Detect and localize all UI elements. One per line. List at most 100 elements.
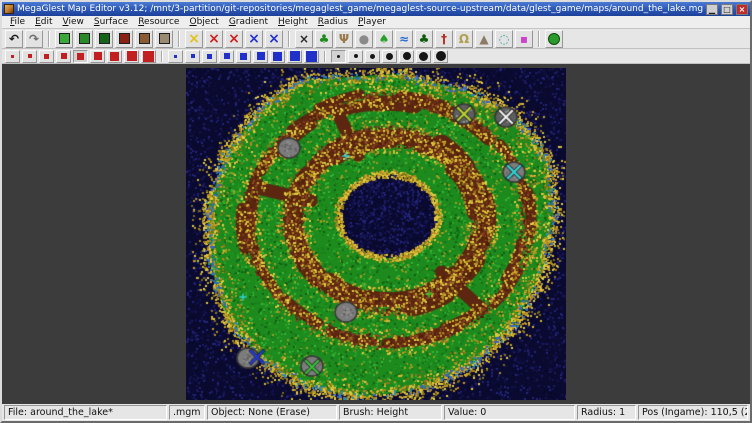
height-brush-1-button[interactable] bbox=[90, 50, 105, 63]
glyph-icon: × bbox=[228, 32, 240, 46]
menu-item-gradient[interactable]: Gradient bbox=[224, 16, 273, 29]
menu-item-view[interactable]: View bbox=[58, 16, 89, 29]
height-brush--3-button[interactable] bbox=[22, 50, 37, 63]
surface-dark-grass-button[interactable] bbox=[95, 30, 113, 48]
object-tree-button[interactable]: ♣ bbox=[315, 30, 333, 48]
surface-stone-icon bbox=[139, 33, 150, 44]
toolbar-separator bbox=[178, 31, 180, 47]
object-stone-button[interactable]: ● bbox=[355, 30, 373, 48]
gradient-brush-icon bbox=[240, 53, 247, 60]
radius-4-button[interactable] bbox=[382, 50, 397, 63]
resource-gold-button[interactable]: × bbox=[185, 30, 203, 48]
menu-item-radius[interactable]: Radius bbox=[313, 16, 353, 29]
glyph-icon: × bbox=[248, 32, 260, 46]
object-statue-button[interactable]: Ω bbox=[455, 30, 473, 48]
resource-custom-2-button[interactable]: × bbox=[245, 30, 263, 48]
radius-icon bbox=[370, 54, 375, 59]
title-bar: MegaGlest Map Editor v3.12; /mnt/3-parti… bbox=[2, 2, 750, 16]
gradient-brush--3-button[interactable] bbox=[185, 50, 200, 63]
start-location-button[interactable] bbox=[545, 30, 563, 48]
glyph-icon: † bbox=[441, 33, 447, 45]
surface-road-button[interactable] bbox=[115, 30, 133, 48]
height-brush-icon bbox=[110, 52, 119, 61]
height-brush-2-button[interactable] bbox=[107, 50, 122, 63]
glyph-icon: ◌ bbox=[499, 33, 509, 45]
window-title: MegaGlest Map Editor v3.12; /mnt/3-parti… bbox=[17, 2, 703, 16]
height-brush-3-button[interactable] bbox=[124, 50, 139, 63]
status-pos: Pos (Ingame): 110,5 (220,10) bbox=[638, 405, 748, 420]
gradient-brush-2-button[interactable] bbox=[270, 50, 285, 63]
toolbar-separator bbox=[161, 51, 163, 62]
object-water-object-button[interactable]: ≈ bbox=[395, 30, 413, 48]
glyph-icon: ↶ bbox=[9, 33, 19, 45]
radius-7-button[interactable] bbox=[433, 50, 448, 63]
height-brush--1-button[interactable] bbox=[56, 50, 71, 63]
object-mountain-button[interactable]: ▲ bbox=[475, 30, 493, 48]
object-hanged-dead-button[interactable]: † bbox=[435, 30, 453, 48]
menu-item-file[interactable]: File bbox=[5, 16, 30, 29]
status-radius: Radius: 1 bbox=[577, 405, 636, 420]
object-none-erase-button[interactable]: × bbox=[295, 30, 313, 48]
radius-5-button[interactable] bbox=[399, 50, 414, 63]
glyph-icon: ▪ bbox=[520, 33, 528, 45]
object-bush-button[interactable]: ♠ bbox=[375, 30, 393, 48]
gradient-brush--1-button[interactable] bbox=[219, 50, 234, 63]
radius-3-button[interactable] bbox=[365, 50, 380, 63]
glyph-icon: ● bbox=[359, 33, 369, 45]
menu-item-object[interactable]: Object bbox=[184, 16, 223, 29]
height-brush-icon bbox=[77, 53, 84, 60]
radius-6-button[interactable] bbox=[416, 50, 431, 63]
radius-2-button[interactable] bbox=[348, 50, 363, 63]
menu-item-surface[interactable]: Surface bbox=[89, 16, 133, 29]
surface-dark-grass-icon bbox=[99, 33, 110, 44]
height-brush-0-button[interactable] bbox=[73, 50, 88, 63]
resource-custom-3-button[interactable]: × bbox=[265, 30, 283, 48]
close-button[interactable]: × bbox=[736, 4, 748, 15]
object-big-tree-button[interactable]: ♣ bbox=[415, 30, 433, 48]
surface-ground-button[interactable] bbox=[155, 30, 173, 48]
height-brush--4-button[interactable] bbox=[5, 50, 20, 63]
radius-1-button[interactable] bbox=[331, 50, 346, 63]
toolbar-brushes bbox=[2, 49, 750, 64]
radius-icon bbox=[436, 51, 446, 61]
maximize-button[interactable]: □ bbox=[721, 4, 733, 15]
gradient-brush--4-button[interactable] bbox=[168, 50, 183, 63]
map-canvas[interactable] bbox=[186, 68, 566, 400]
gradient-brush-3-button[interactable] bbox=[287, 50, 302, 63]
minimize-button[interactable]: ▁ bbox=[706, 4, 718, 15]
height-brush-icon bbox=[28, 54, 32, 58]
surface-secondary-grass-button[interactable] bbox=[75, 30, 93, 48]
height-brush--2-button[interactable] bbox=[39, 50, 54, 63]
object-dead-tree-button[interactable]: Ψ bbox=[335, 30, 353, 48]
surface-secondary-grass-icon bbox=[79, 33, 90, 44]
app-window: MegaGlest Map Editor v3.12; /mnt/3-parti… bbox=[0, 0, 752, 423]
surface-grass-icon bbox=[59, 33, 70, 44]
object-custom-magenta-button[interactable]: ▪ bbox=[515, 30, 533, 48]
glyph-icon: ♠ bbox=[379, 33, 390, 45]
menu-item-edit[interactable]: Edit bbox=[30, 16, 57, 29]
glyph-icon: × bbox=[268, 32, 280, 46]
resource-stone-button[interactable]: × bbox=[205, 30, 223, 48]
menu-item-player[interactable]: Player bbox=[353, 16, 391, 29]
undo-button[interactable]: ↶ bbox=[5, 30, 23, 48]
gradient-brush-4-button[interactable] bbox=[304, 50, 319, 63]
surface-grass-button[interactable] bbox=[55, 30, 73, 48]
gradient-brush--2-button[interactable] bbox=[202, 50, 217, 63]
redo-button[interactable]: ↷ bbox=[25, 30, 43, 48]
status-object: Object: None (Erase) bbox=[207, 405, 337, 420]
object-invisible-blocking-button[interactable]: ◌ bbox=[495, 30, 513, 48]
glyph-icon: Ψ bbox=[339, 33, 349, 45]
gradient-brush-1-button[interactable] bbox=[253, 50, 268, 63]
glyph-icon: × bbox=[299, 33, 309, 45]
resource-custom-1-button[interactable]: × bbox=[225, 30, 243, 48]
height-brush-icon bbox=[61, 53, 67, 59]
radius-icon bbox=[354, 54, 358, 58]
toolbar-separator bbox=[48, 31, 50, 47]
menu-item-height[interactable]: Height bbox=[273, 16, 313, 29]
app-icon bbox=[4, 4, 14, 14]
height-brush-4-button[interactable] bbox=[141, 50, 156, 63]
menu-item-resource[interactable]: Resource bbox=[133, 16, 184, 29]
gradient-brush-0-button[interactable] bbox=[236, 50, 251, 63]
surface-stone-button[interactable] bbox=[135, 30, 153, 48]
status-ext: .mgm bbox=[169, 405, 205, 420]
